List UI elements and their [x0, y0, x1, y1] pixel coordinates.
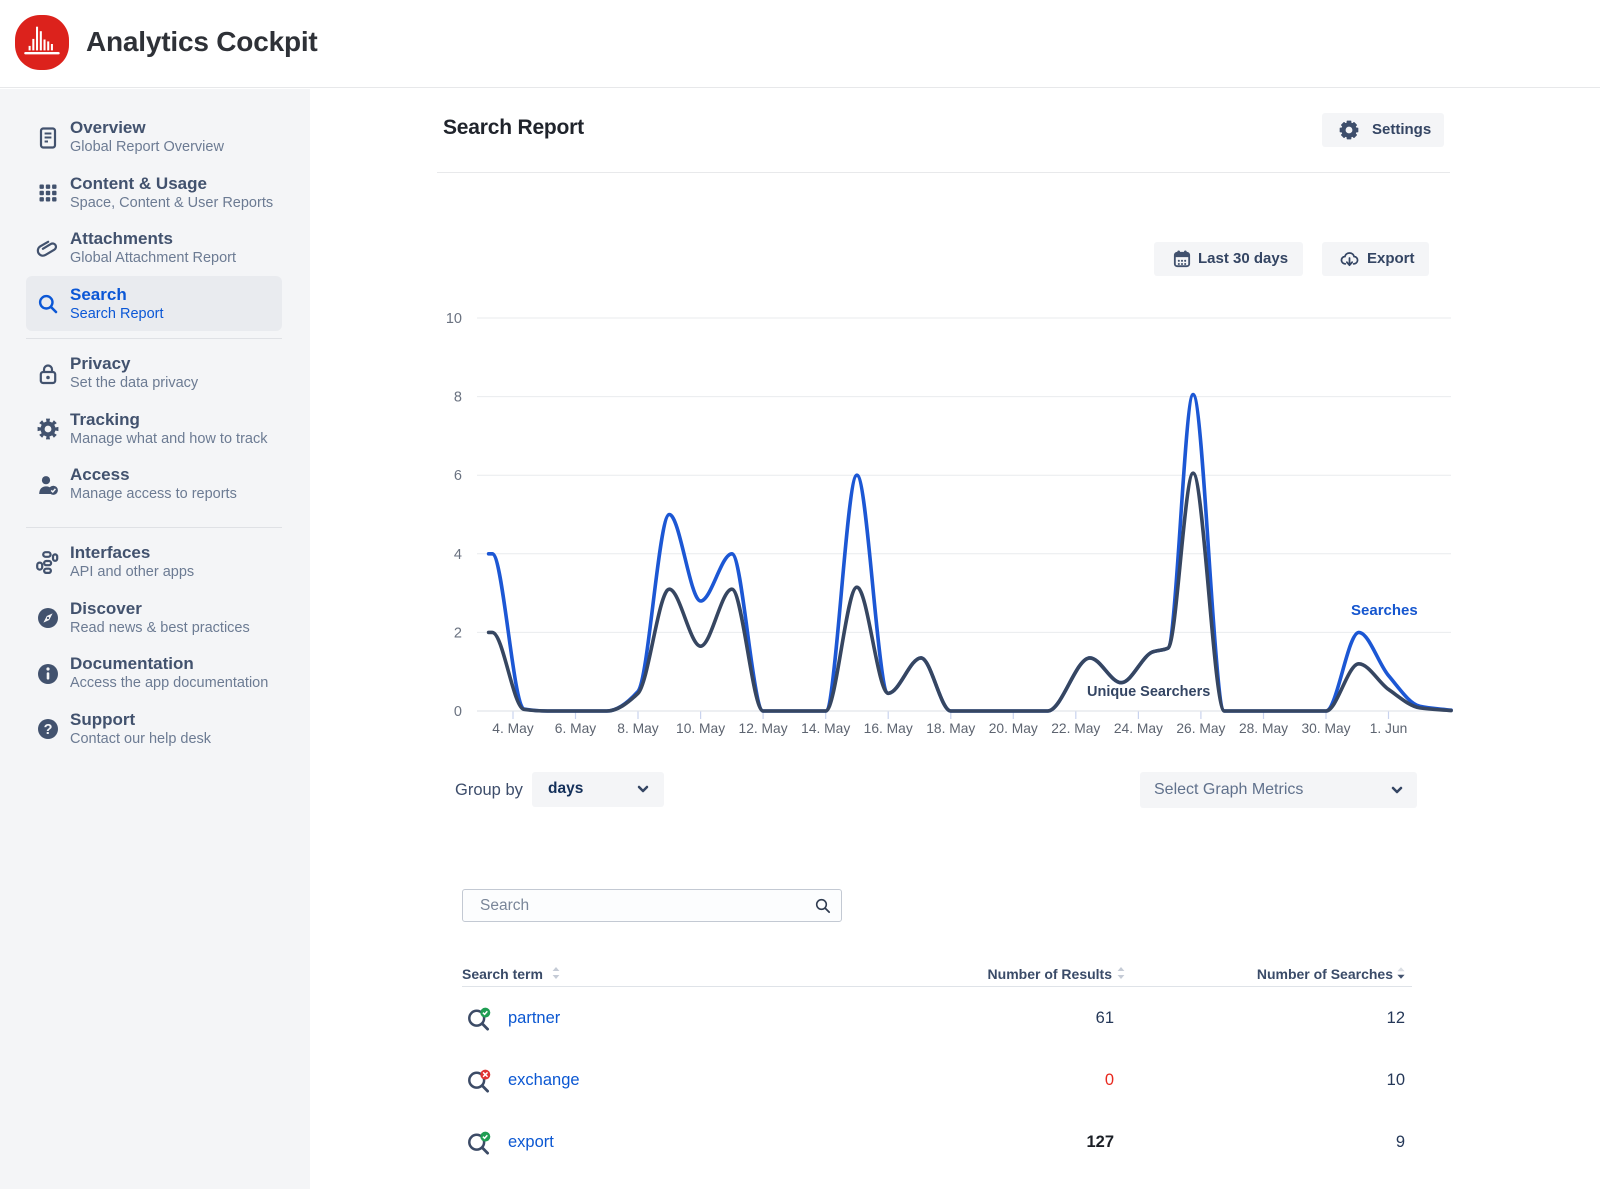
svg-text:30. May: 30. May [1301, 721, 1350, 736]
svg-text:8. May: 8. May [617, 721, 659, 736]
svg-text:18. May: 18. May [926, 721, 975, 736]
svg-text:10. May: 10. May [676, 721, 725, 736]
svg-text:4. May: 4. May [492, 721, 534, 736]
svg-text:16. May: 16. May [864, 721, 913, 736]
svg-text:6. May: 6. May [555, 721, 597, 736]
svg-text:14. May: 14. May [801, 721, 850, 736]
svg-text:8: 8 [454, 390, 462, 406]
svg-text:26. May: 26. May [1176, 721, 1225, 736]
svg-text:2: 2 [454, 625, 462, 641]
svg-text:4: 4 [454, 547, 462, 563]
svg-text:Searches: Searches [1351, 602, 1418, 619]
svg-text:28. May: 28. May [1239, 721, 1288, 736]
svg-text:22. May: 22. May [1051, 721, 1100, 736]
svg-text:12. May: 12. May [739, 721, 788, 736]
svg-text:6: 6 [454, 468, 462, 484]
svg-text:1. Jun: 1. Jun [1370, 721, 1408, 736]
svg-text:10: 10 [446, 311, 462, 327]
svg-text:24. May: 24. May [1114, 721, 1163, 736]
svg-text:Unique Searchers: Unique Searchers [1087, 684, 1210, 700]
svg-text:20. May: 20. May [989, 721, 1038, 736]
svg-text:0: 0 [454, 704, 462, 720]
